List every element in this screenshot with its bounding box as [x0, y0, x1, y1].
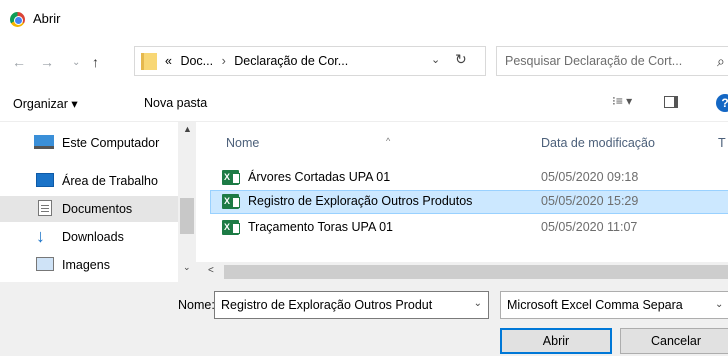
file-date: 05/05/2020 11:07 [541, 220, 638, 234]
sidebar-scroll-thumb[interactable] [180, 198, 194, 234]
window-title: Abrir [33, 11, 61, 26]
search-input[interactable]: Pesquisar Declaração de Cort... ⌕ [496, 46, 728, 76]
sidebar-item-label: Este Computador [62, 136, 160, 150]
file-type-dropdown-icon[interactable]: ⌄ [715, 299, 723, 310]
sidebar-item-label: Documentos [62, 202, 133, 216]
folder-icon [141, 53, 157, 70]
title-bar: Abrir [0, 0, 728, 38]
horizontal-scroll-thumb[interactable] [224, 265, 728, 279]
file-name-value: Registro de Exploração Outros Produt [221, 298, 433, 312]
sidebar-item-imagens[interactable]: Imagens [0, 252, 178, 278]
excel-file-icon: X [222, 194, 240, 209]
sidebar-item-label: Downloads [62, 230, 124, 244]
file-list-horizontal-scrollbar[interactable]: < [196, 262, 728, 282]
breadcrumb-item-declaracao[interactable]: Declaração de Cor... [234, 54, 348, 68]
sidebar-item-label: Imagens [62, 258, 110, 272]
open-button[interactable]: Abrir [500, 328, 612, 354]
excel-file-icon: X [222, 220, 240, 235]
sidebar-item-este-computador[interactable]: Este Computador [0, 130, 178, 156]
up-arrow-icon[interactable]: ↑ [92, 54, 99, 70]
file-type-value: Microsoft Excel Comma Separa [507, 298, 683, 312]
search-icon[interactable]: ⌕ [717, 53, 725, 70]
search-placeholder: Pesquisar Declaração de Cort... [505, 54, 683, 68]
file-row[interactable]: X Árvores Cortadas UPA 01 05/05/2020 09:… [210, 166, 728, 190]
forward-arrow-icon[interactable]: → [40, 54, 54, 70]
recent-locations-chevron-icon[interactable]: ⌄ [72, 55, 80, 71]
new-folder-button[interactable]: Nova pasta [144, 96, 207, 110]
address-bar[interactable]: « Doc... › Declaração de Cor... ⌄ ↻ [134, 46, 486, 76]
file-type-select[interactable]: Microsoft Excel Comma Separa ⌄ [500, 291, 728, 319]
sidebar-scrollbar[interactable]: ▲ ⌄ [178, 122, 196, 282]
column-header-name-label: Nome [226, 136, 260, 150]
downloads-icon: ↓ [36, 226, 45, 246]
help-icon[interactable]: ? [716, 94, 728, 112]
breadcrumb: « Doc... › Declaração de Cor... [165, 54, 348, 68]
breadcrumb-overflow[interactable]: « [165, 54, 172, 68]
navigation-row: ← → ⌄ ↑ « Doc... › Declaração de Cor... … [0, 38, 728, 86]
file-date: 05/05/2020 09:18 [541, 170, 639, 184]
file-name: Árvores Cortadas UPA 01 [248, 170, 391, 184]
documents-icon [38, 200, 52, 216]
breadcrumb-item-documents[interactable]: Doc... [180, 54, 213, 68]
file-row[interactable]: X Traçamento Toras UPA 01 05/05/2020 11:… [210, 216, 728, 240]
column-header-name[interactable]: Nome ^ [226, 136, 390, 150]
file-name-input[interactable]: Registro de Exploração Outros Produt ⌄ [214, 291, 489, 319]
dialog-footer: Nome: Registro de Exploração Outros Prod… [0, 282, 728, 356]
file-date: 05/05/2020 15:29 [541, 194, 639, 208]
cancel-button[interactable]: Cancelar [620, 328, 728, 354]
scroll-up-icon[interactable]: ▲ [183, 124, 192, 134]
view-options-icon[interactable]: ⁝≡ ▾ [612, 94, 632, 108]
file-name-label: Nome: [178, 298, 215, 312]
file-row-selected[interactable]: X Registro de Exploração Outros Produtos… [210, 190, 728, 214]
sidebar-item-label: Área de Trabalho [62, 174, 158, 188]
organize-button[interactable]: Organizar ▾ [13, 96, 78, 111]
back-arrow-icon[interactable]: ← [12, 54, 26, 70]
sidebar-item-downloads[interactable]: ↓ Downloads [0, 224, 178, 250]
file-name: Traçamento Toras UPA 01 [248, 220, 393, 234]
column-header-type[interactable]: T [718, 136, 726, 150]
sort-caret-icon: ^ [386, 136, 391, 146]
images-icon [36, 257, 54, 271]
refresh-icon[interactable]: ↻ [455, 51, 467, 68]
navigation-pane: Este Computador Área de Trabalho Documen… [0, 122, 196, 282]
address-dropdown-icon[interactable]: ⌄ [431, 53, 440, 66]
computer-icon [34, 135, 54, 149]
preview-pane-icon[interactable] [664, 96, 678, 108]
scroll-down-icon[interactable]: ⌄ [183, 262, 191, 273]
command-toolbar: Organizar ▾ Nova pasta ⁝≡ ▾ ? [0, 86, 728, 122]
scroll-left-icon[interactable]: < [208, 265, 214, 276]
excel-file-icon: X [222, 170, 240, 185]
desktop-icon [36, 173, 54, 187]
file-name: Registro de Exploração Outros Produtos [248, 194, 473, 208]
file-list: Nome ^ Data de modificação T X Árvores C… [196, 122, 728, 262]
chrome-icon [10, 12, 25, 27]
breadcrumb-separator-icon: › [221, 54, 226, 68]
sidebar-item-documentos[interactable]: Documentos [0, 196, 178, 222]
sidebar-item-area-de-trabalho[interactable]: Área de Trabalho [0, 168, 178, 194]
file-name-dropdown-icon[interactable]: ⌄ [474, 298, 482, 309]
column-header-date[interactable]: Data de modificação [541, 136, 655, 150]
